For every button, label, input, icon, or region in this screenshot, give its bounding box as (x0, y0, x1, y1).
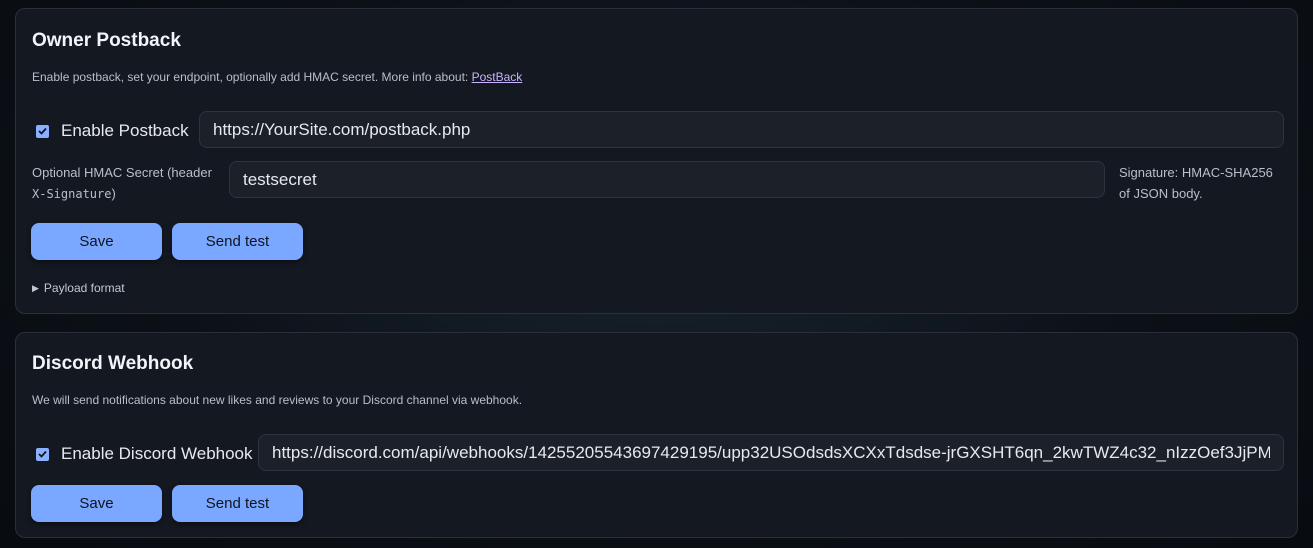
hmac-secret-label: Optional HMAC Secret (header X-Signature… (32, 162, 212, 205)
hmac-label-close: ) (111, 186, 116, 201)
postback-endpoint-input[interactable] (199, 111, 1284, 148)
hmac-label-line1: Optional HMAC Secret (header (32, 165, 212, 180)
signature-note-line1: Signature: HMAC-SHA256 (1119, 165, 1273, 180)
hmac-secret-input[interactable] (229, 161, 1105, 198)
hmac-label-code: X-Signature (32, 187, 112, 201)
postback-title: Owner Postback (32, 30, 181, 51)
enable-postback-label: Enable Postback (61, 121, 189, 140)
enable-discord-checkbox[interactable] (36, 447, 49, 461)
postback-info-link[interactable]: PostBack (472, 70, 523, 84)
postback-description: Enable postback, set your endpoint, opti… (32, 70, 522, 84)
postback-save-button[interactable]: Save (31, 223, 162, 260)
payload-format-toggle[interactable]: ▶ Payload format (32, 281, 125, 295)
enable-discord-toggle[interactable]: Enable Discord Webhook (36, 444, 253, 464)
discord-description: We will send notifications about new lik… (32, 393, 523, 407)
signature-note-line2: of JSON body. (1119, 186, 1203, 201)
postback-send-test-button[interactable]: Send test (172, 223, 303, 260)
enable-discord-label: Enable Discord Webhook (61, 444, 253, 463)
enable-postback-checkbox[interactable] (36, 124, 49, 138)
postback-description-text: Enable postback, set your endpoint, opti… (32, 70, 472, 84)
checkmark-icon (38, 127, 47, 135)
signature-note: Signature: HMAC-SHA256 of JSON body. (1119, 162, 1273, 204)
enable-postback-toggle[interactable]: Enable Postback (36, 121, 189, 141)
disclosure-triangle-icon: ▶ (32, 282, 39, 293)
discord-save-button[interactable]: Save (31, 485, 162, 522)
discord-send-test-button[interactable]: Send test (172, 485, 303, 522)
checkmark-icon (38, 450, 47, 458)
discord-webhook-card: Discord Webhook We will send notificatio… (15, 332, 1298, 538)
discord-webhook-input[interactable] (258, 434, 1284, 471)
discord-title: Discord Webhook (32, 353, 194, 374)
payload-format-label: Payload format (43, 281, 125, 295)
owner-postback-card: Owner Postback Enable postback, set your… (15, 8, 1298, 314)
